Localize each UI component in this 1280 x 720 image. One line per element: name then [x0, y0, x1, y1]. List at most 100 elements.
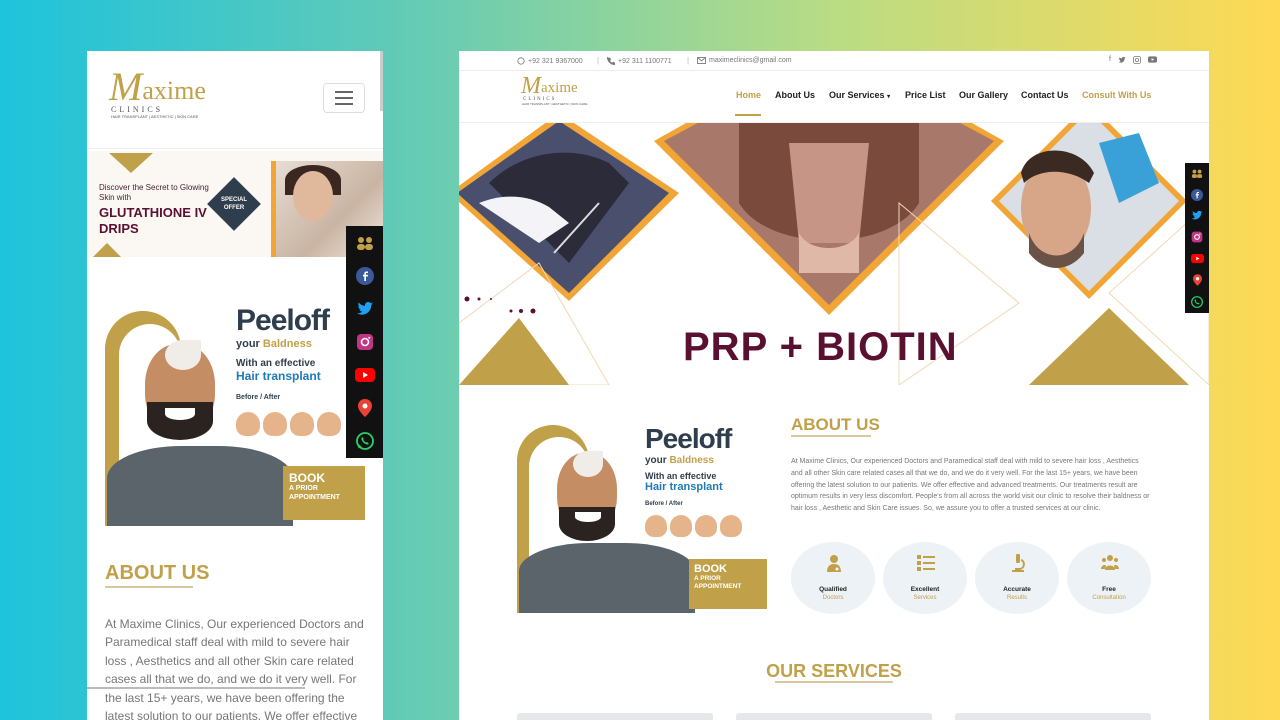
peel-line: With an effective Hair transplant	[236, 358, 356, 382]
peel-sub-prefix: your	[236, 338, 260, 350]
nav-home[interactable]: Home	[736, 90, 761, 100]
book-line-2: A PRIOR	[694, 575, 721, 582]
nav-price-list[interactable]: Price List	[905, 90, 946, 100]
menu-toggle-button[interactable]	[323, 83, 365, 113]
book-line-2: A PRIOR	[289, 485, 318, 492]
divider	[87, 687, 305, 689]
whatsapp-number: +92 321 9367000	[528, 57, 583, 65]
about-underline	[791, 435, 871, 437]
peel-effect	[165, 340, 201, 370]
users-icon	[1101, 555, 1119, 570]
book-line-3: APPOINTMENT	[694, 583, 742, 590]
hero-banner[interactable]: PRP + BIOTIN	[459, 123, 1209, 385]
peel-title: Peeloff	[236, 304, 330, 337]
nav-consult[interactable]: Consult With Us	[1082, 90, 1151, 100]
head-thumb	[695, 515, 717, 537]
logo-tagline: HAIR TRANSPLANT | AESTHETIC | SKIN CARE	[111, 114, 199, 119]
mobile-header: M axime CLINICS HAIR TRANSPLANT | AESTHE…	[87, 51, 383, 149]
whatsapp-small-icon	[517, 57, 525, 65]
before-after-label: Before / After	[236, 394, 281, 401]
phone-contact[interactable]: +92 311 1100771	[607, 57, 672, 65]
twitter-icon[interactable]	[346, 292, 383, 325]
book-line-3: APPOINTMENT	[289, 494, 340, 501]
topbar-social: f	[1109, 56, 1157, 64]
facebook-icon[interactable]: f	[1109, 56, 1111, 64]
nav-gallery[interactable]: Our Gallery	[959, 90, 1008, 100]
location-icon[interactable]	[1185, 269, 1209, 291]
youtube-icon[interactable]	[346, 358, 383, 391]
facebook-icon[interactable]	[346, 259, 383, 292]
whatsapp-icon[interactable]	[346, 424, 383, 458]
model-shirt	[519, 543, 695, 613]
nav-about[interactable]: About Us	[775, 90, 815, 100]
youtube-icon[interactable]	[1148, 56, 1157, 63]
users-icon[interactable]	[346, 226, 383, 259]
desktop-social-bar	[1185, 163, 1209, 313]
feature-title: Excellent	[910, 586, 940, 593]
email-address: maximeclinics@gmail.com	[709, 57, 792, 64]
peel-sub-prefix: your	[645, 455, 667, 466]
logo-name: axime	[541, 80, 578, 96]
instagram-icon[interactable]	[346, 325, 383, 358]
peel-effect	[573, 451, 603, 477]
peel-sub-highlight: Baldness	[669, 455, 714, 466]
nav-services-label: Our Services	[829, 90, 885, 100]
services-underline	[775, 681, 893, 683]
mobile-social-bar	[346, 226, 383, 458]
twitter-icon[interactable]	[1118, 56, 1126, 64]
feature-qualified-doctors[interactable]: Qualified Doctors	[791, 542, 875, 614]
feature-subtitle: Results	[1006, 595, 1027, 601]
model-shirt	[107, 446, 293, 526]
book-line-1: BOOK	[694, 563, 727, 575]
mobile-logo[interactable]: M axime CLINICS HAIR TRANSPLANT | AESTHE…	[109, 64, 206, 120]
head-thumb	[290, 412, 314, 436]
logo-initial: M	[109, 64, 143, 109]
feature-subtitle: Consultation	[1092, 595, 1126, 601]
feature-free-consultation[interactable]: Free Consultation	[1067, 542, 1151, 614]
feature-accurate-results[interactable]: Accurate Results	[975, 542, 1059, 614]
whatsapp-contact[interactable]: +92 321 9367000	[517, 57, 583, 65]
scrollbar[interactable]	[380, 51, 383, 111]
phone-icon	[607, 57, 615, 65]
promo-heading: GLUTATHIONE IV DRIPS	[99, 205, 207, 236]
peeloff-banner-desktop[interactable]: Peeloff your Baldness With an effective …	[517, 423, 767, 613]
service-card[interactable]	[955, 713, 1151, 720]
head-thumb	[236, 412, 260, 436]
head-thumb	[263, 412, 287, 436]
microscope-icon	[1012, 554, 1025, 572]
promo-banner[interactable]: Discover the Secret to Glowing Skin with…	[87, 151, 383, 257]
service-card[interactable]	[736, 713, 932, 720]
twitter-icon[interactable]	[1185, 205, 1209, 226]
phone-number: +92 311 1100771	[618, 57, 672, 65]
peel-subtitle: your Baldness	[236, 338, 312, 350]
location-icon[interactable]	[346, 391, 383, 424]
whatsapp-icon[interactable]	[1185, 291, 1209, 313]
email-contact[interactable]: maximeclinics@gmail.com	[697, 57, 792, 64]
peeloff-banner[interactable]: Peeloff your Baldness With an effective …	[105, 296, 365, 526]
about-title: ABOUT US	[105, 562, 210, 584]
caret-down-icon: ▾	[887, 94, 891, 100]
logo-name: axime	[142, 76, 206, 105]
book-appointment-badge[interactable]: BOOK A PRIOR APPOINTMENT	[283, 466, 365, 520]
head-thumb	[720, 515, 742, 537]
nav-contact[interactable]: Contact Us	[1021, 90, 1069, 100]
users-icon[interactable]	[1185, 163, 1209, 184]
instagram-icon[interactable]	[1185, 226, 1209, 247]
desktop-logo[interactable]: M axime CLINICS HAIR TRANSPLANT | AESTHE…	[521, 74, 587, 106]
promo-photo-face	[293, 171, 333, 221]
service-card[interactable]	[517, 713, 713, 720]
nav-services[interactable]: Our Services ▾	[829, 90, 890, 100]
peel-subtitle: your Baldness	[645, 455, 714, 466]
book-appointment-badge[interactable]: BOOK A PRIOR APPOINTMENT	[689, 559, 767, 609]
youtube-icon[interactable]	[1185, 247, 1209, 269]
peel-title: Peeloff	[645, 423, 732, 454]
decor-triangle	[109, 153, 153, 173]
logo-sub: CLINICS	[111, 105, 164, 114]
feature-subtitle: Doctors	[822, 595, 844, 601]
instagram-icon[interactable]	[1133, 56, 1141, 64]
nav-active-indicator	[735, 114, 761, 116]
feature-excellent-services[interactable]: Excellent Services	[883, 542, 967, 614]
peel-line-highlight: Hair transplant	[645, 481, 723, 493]
model-smile	[165, 408, 195, 420]
facebook-icon[interactable]	[1185, 184, 1209, 205]
